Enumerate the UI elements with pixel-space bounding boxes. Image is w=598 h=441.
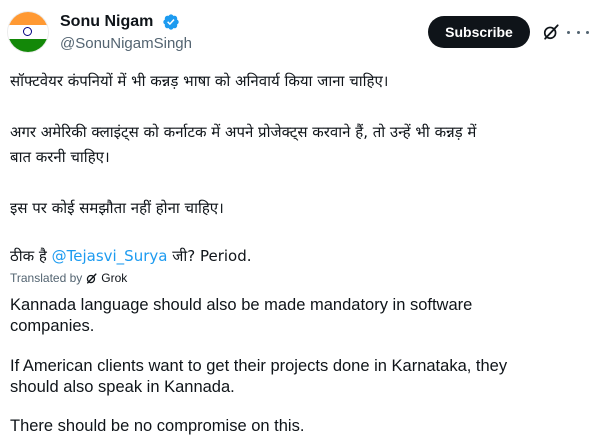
translation-line-3: If American clients want to get their pr… bbox=[10, 357, 508, 375]
post-line-2: अगर अमेरिकी क्लाइंट्स को कर्नाटक में अपन… bbox=[10, 123, 477, 141]
grok-icon[interactable] bbox=[541, 22, 561, 42]
translation-line-2: companies. bbox=[10, 317, 95, 335]
more-options-icon[interactable] bbox=[567, 22, 589, 42]
verified-badge-icon bbox=[163, 14, 179, 30]
translation-line-1: Kannada language should also be made man… bbox=[10, 296, 473, 314]
post-line-5-suffix: जी? Period. bbox=[167, 247, 252, 265]
translation-line-4: should also speak in Kannada. bbox=[10, 378, 235, 396]
tweet: Sonu Nigam @SonuNigamSingh Subscribe सॉफ… bbox=[0, 0, 598, 441]
post-line-3: बात करनी चाहिए। bbox=[10, 148, 110, 166]
post-line-5: ठीक है @Tejasvi_Surya जी? Period. bbox=[10, 244, 252, 269]
subscribe-button[interactable]: Subscribe bbox=[428, 16, 530, 48]
dot bbox=[567, 30, 570, 34]
translated-by-text: Translated by bbox=[10, 271, 83, 285]
post-line-1: सॉफ्टवेयर कंपनियों में भी कन्नड़ भाषा को… bbox=[10, 72, 389, 90]
translation-line-5: There should be no compromise on this. bbox=[10, 417, 305, 435]
author-name[interactable]: Sonu Nigam bbox=[60, 13, 153, 31]
dot bbox=[576, 30, 580, 34]
translated-by-label[interactable]: Translated by Grok bbox=[10, 271, 127, 285]
avatar[interactable] bbox=[8, 12, 48, 52]
post-line-4: इस पर कोई समझौता नहीं होना चाहिए। bbox=[10, 199, 224, 217]
author-handle[interactable]: @SonuNigamSingh bbox=[60, 35, 192, 52]
grok-small-icon bbox=[87, 272, 97, 284]
dot bbox=[586, 30, 589, 34]
post-line-5-prefix: ठीक है bbox=[10, 247, 52, 265]
translation-provider: Grok bbox=[101, 271, 128, 285]
flag-saffron-band bbox=[8, 12, 48, 26]
flag-green-band bbox=[8, 39, 48, 52]
mention-link[interactable]: @Tejasvi_Surya bbox=[52, 247, 168, 265]
flag-chakra bbox=[23, 27, 32, 36]
